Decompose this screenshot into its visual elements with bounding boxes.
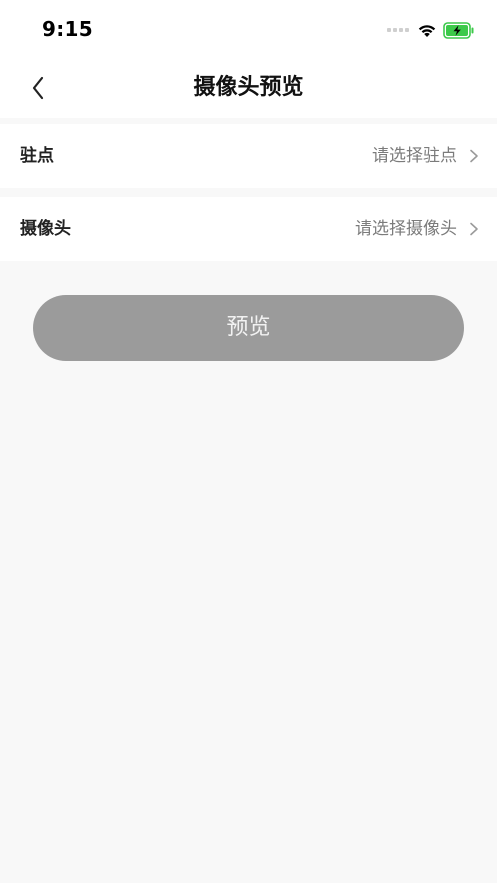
navigation-bar: 摄像头预览 [0,58,497,118]
preview-button[interactable]: 预览 [33,295,464,361]
station-select-row[interactable]: 驻点 请选择驻点 [0,124,497,188]
camera-placeholder: 请选择摄像头 [355,219,457,239]
status-bar: 9:15 [0,0,497,58]
status-icons [387,20,475,40]
signal-dots-icon [387,28,409,32]
camera-label: 摄像头 [20,219,71,239]
page-title: 摄像头预览 [193,75,304,100]
camera-select-row[interactable]: 摄像头 请选择摄像头 [0,197,497,261]
chevron-right-icon [470,222,478,236]
status-time: 9:15 [42,17,93,41]
station-placeholder: 请选择驻点 [372,146,457,166]
battery-charging-icon [443,21,474,39]
chevron-left-icon [32,76,44,100]
back-button[interactable] [22,70,54,106]
station-label: 驻点 [20,146,54,166]
chevron-right-icon [470,149,478,163]
wifi-icon [418,24,436,37]
